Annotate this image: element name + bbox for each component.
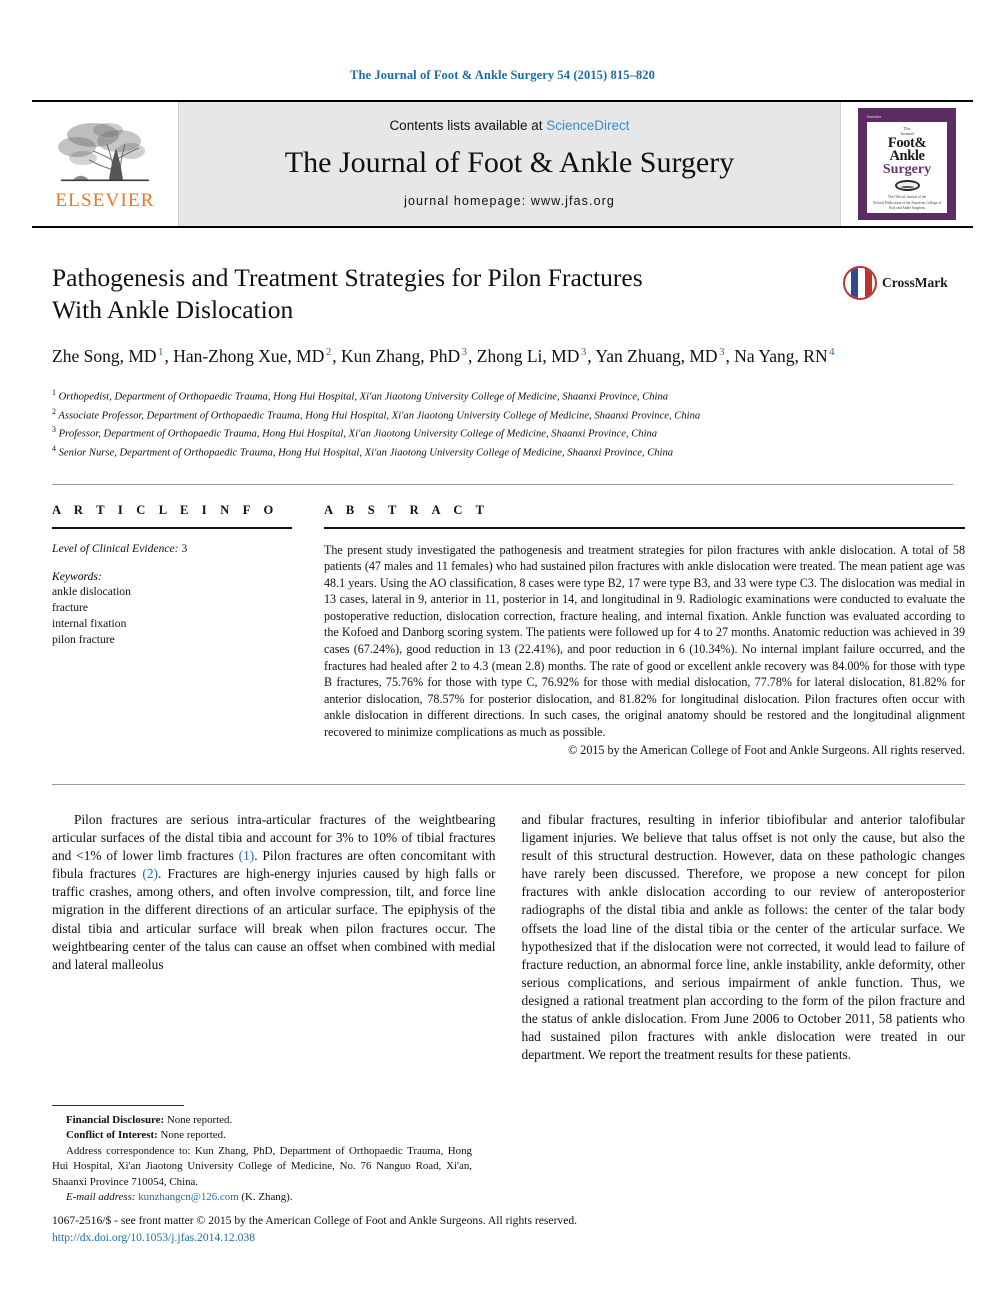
cover-inner: The Journal Foot& Ankle Surgery The Offi…: [867, 122, 947, 213]
affiliation-item: 2 Associate Professor, Department of Ort…: [52, 406, 953, 425]
publisher-logo-cell[interactable]: ELSEVIER: [32, 102, 179, 226]
elsevier-wordmark: ELSEVIER: [55, 190, 155, 211]
body-paragraph-intro: Pilon fractures are serious intra-articu…: [52, 811, 496, 973]
keywords-label: Keywords:: [52, 569, 102, 583]
footnote-rule: [52, 1105, 184, 1106]
footnote-financial-disclosure: Financial Disclosure: None reported.: [52, 1113, 472, 1128]
level-of-evidence: Level of Clinical Evidence: 3: [52, 542, 292, 555]
college-seal-icon: [894, 179, 920, 191]
body-paragraph-continued: and fibular fractures, resulting in infe…: [521, 812, 966, 1062]
imprint-block: 1067-2516/$ - see front matter © 2015 by…: [52, 1212, 752, 1247]
abstract-heading: A B S T R A C T: [324, 502, 490, 517]
contents-prefix: Contents lists available at: [389, 117, 547, 133]
cover-top-strip: Number: [867, 114, 882, 119]
author-name: Zhe Song, MD: [52, 346, 157, 367]
page-title: Pathogenesis and Treatment Strategies fo…: [52, 262, 752, 325]
keyword-item: fracture: [52, 600, 89, 614]
author-name: Yan Zhuang, MD: [595, 346, 718, 367]
level-of-evidence-label: Level of Clinical Evidence:: [52, 541, 179, 555]
info-and-abstract: A R T I C L E I N F O Level of Clinical …: [52, 503, 965, 759]
article-title-line1: Pathogenesis and Treatment Strategies fo…: [52, 263, 643, 292]
author-affiliation-marker: 3: [580, 346, 587, 359]
body-column-left: Pilon fractures are serious intra-articu…: [52, 811, 496, 1063]
email-suffix: (K. Zhang).: [238, 1191, 293, 1204]
keyword-item: internal fixation: [52, 616, 127, 630]
journal-homepage[interactable]: journal homepage: www.jfas.org: [404, 194, 615, 208]
reference-1-link[interactable]: (1): [239, 848, 255, 863]
affiliation-text: Professor, Department of Orthopaedic Tra…: [55, 428, 658, 440]
affiliation-item: 1 Orthopedist, Department of Orthopaedic…: [52, 387, 953, 406]
abstract-rule: [324, 526, 965, 529]
elsevier-tree-icon: [58, 123, 149, 182]
running-head: The Journal of Foot & Ankle Surgery 54 (…: [350, 68, 655, 82]
article-info-heading: A R T I C L E I N F O: [52, 502, 279, 517]
article-title-line2: With Ankle Dislocation: [52, 294, 294, 324]
footnotes: Financial Disclosure: None reported. Con…: [52, 1113, 472, 1206]
author-list: Zhe Song, MD 1, Han-Zhong Xue, MD 2, Kun Z…: [52, 346, 835, 367]
contents-available-line: Contents lists available at ScienceDirec…: [389, 118, 629, 133]
financial-disclosure-value: None reported.: [164, 1114, 233, 1126]
cover-line-ankle: Ankle: [889, 147, 925, 164]
financial-disclosure-label: Financial Disclosure:: [66, 1114, 165, 1126]
divider-below-abstract: [52, 784, 965, 786]
elsevier-logo[interactable]: ELSEVIER: [49, 118, 161, 210]
footnote-correspondence: Address correspondence to: Kun Zhang, Ph…: [52, 1144, 472, 1190]
crossmark-label: CrossMark: [882, 275, 948, 290]
keyword-item: ankle dislocation: [52, 584, 131, 598]
author-affiliation-marker: 3: [461, 346, 468, 359]
email-link[interactable]: kunzhangcn@126.com: [138, 1191, 238, 1203]
affiliation-list: 1 Orthopedist, Department of Orthopaedic…: [52, 387, 953, 462]
sciencedirect-link[interactable]: ScienceDirect: [546, 118, 629, 133]
conflict-of-interest-label: Conflict of Interest:: [66, 1129, 158, 1142]
affiliation-text: Senior Nurse, Department of Orthopaedic …: [55, 447, 674, 459]
article-info-rule: [52, 526, 292, 529]
author-affiliation-marker: 2: [325, 346, 332, 359]
cover-footer: Official Publication of the American Col…: [872, 201, 942, 210]
title-block: CrossMark Pathogenesis and Treatment Str…: [52, 262, 953, 462]
reference-2-link[interactable]: (2): [142, 866, 158, 881]
abstract-copyright: © 2015 by the American College of Foot a…: [568, 743, 965, 758]
affiliation-item: 4 Senior Nurse, Department of Orthopaedi…: [52, 443, 953, 462]
cover-line-surgery: Surgery: [882, 162, 932, 178]
intro-part3: . Fractures are high-energy injuries cau…: [52, 866, 496, 972]
keywords-list: ankle dislocation fracture internal fixati…: [52, 584, 292, 648]
abstract-column: A B S T R A C T The present study invest…: [324, 503, 965, 759]
author-name: Na Yang, RN: [734, 346, 828, 367]
author-name: Kun Zhang, PhD: [341, 346, 461, 367]
email-label: E-mail address:: [66, 1191, 136, 1204]
divider-above-abstract: [52, 483, 953, 485]
author-name: Zhong Li, MD: [476, 346, 580, 367]
conflict-of-interest-value: None reported.: [157, 1129, 226, 1142]
body-column-right: and fibular fractures, resulting in infe…: [522, 811, 966, 1063]
author-affiliation-marker: 4: [829, 346, 835, 359]
article-body: Pilon fractures are serious intra-articu…: [52, 811, 965, 1063]
keyword-item: pilon fracture: [52, 632, 115, 646]
crossmark-badge[interactable]: CrossMark: [843, 266, 953, 300]
author-name: Han-Zhong Xue, MD: [173, 346, 325, 367]
address-label: Address correspondence to:: [66, 1144, 191, 1157]
journal-masthead: ELSEVIER Contents lists available at Sci…: [32, 100, 973, 228]
footnote-zone: Financial Disclosure: None reported. Con…: [52, 1105, 472, 1206]
author-affiliation-marker: 1: [158, 346, 164, 359]
footnote-email: E-mail address: kunzhangcn@126.com (K. Z…: [52, 1190, 472, 1205]
cover-seal-caption: The Official Journal of the: [887, 194, 927, 199]
abstract-text: The present study investigated the patho…: [324, 542, 965, 739]
journal-article-page: The Journal of Foot & Ankle Surgery 54 (…: [0, 0, 1005, 1305]
crossmark-icon: [843, 266, 877, 300]
level-of-evidence-value: 3: [181, 541, 188, 555]
journal-cover-cell[interactable]: Number The Journal Foot& Ankle Surgery T…: [840, 102, 973, 226]
affiliation-text: Associate Professor, Department of Ortho…: [55, 410, 701, 422]
affiliation-text: Orthopedist, Department of Orthopaedic T…: [55, 391, 669, 403]
affiliation-item: 3 Professor, Department of Orthopaedic T…: [52, 424, 953, 443]
doi-link[interactable]: http://dx.doi.org/10.1053/j.jfas.2014.12…: [52, 1229, 752, 1246]
journal-cover-image[interactable]: Number The Journal Foot& Ankle Surgery T…: [858, 108, 956, 220]
article-info-column: A R T I C L E I N F O Level of Clinical …: [52, 503, 292, 759]
issn-line: 1067-2516/$ - see front matter © 2015 by…: [52, 1214, 578, 1227]
footnote-conflict-of-interest: Conflict of Interest: None reported.: [52, 1128, 472, 1143]
masthead-center: Contents lists available at ScienceDirec…: [179, 102, 840, 226]
journal-title: The Journal of Foot & Ankle Surgery: [284, 145, 735, 179]
author-affiliation-marker: 3: [719, 346, 725, 359]
